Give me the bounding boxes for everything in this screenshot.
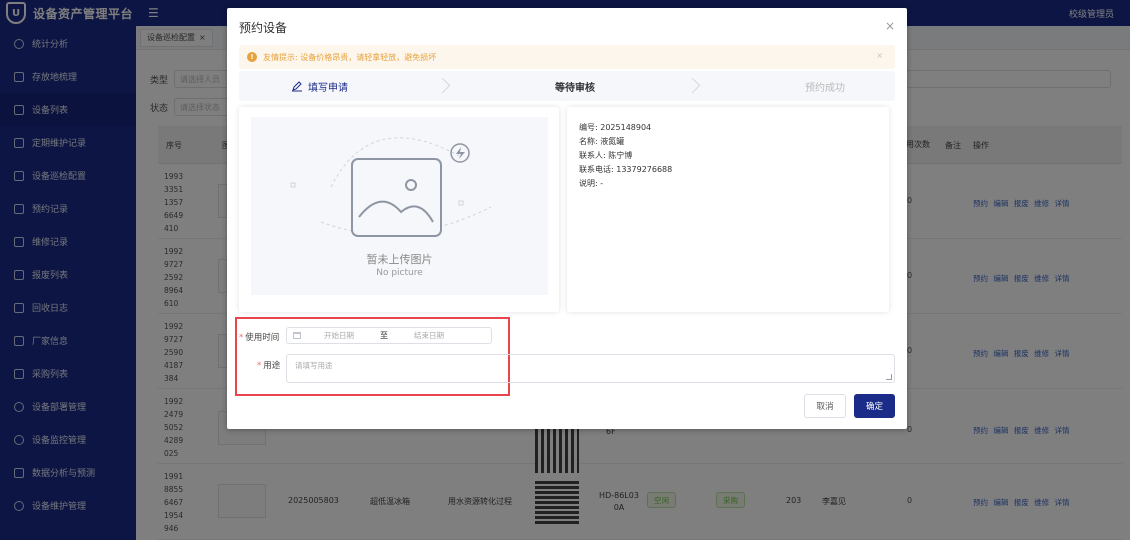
purpose-textarea[interactable]: 请填写用途 — [286, 354, 895, 383]
device-info-panel: 编号: 2025148904 名称: 液氮罐 联系人: 陈宁博 联系电话: 13… — [567, 107, 889, 312]
info-value: - — [600, 179, 604, 188]
info-name: 名称: 液氮罐 — [579, 136, 624, 147]
chevron-right-icon — [435, 76, 451, 96]
step-fill-application: 填写申请 — [291, 71, 348, 101]
warning-icon: ! — [247, 52, 257, 62]
info-contact: 联系人: 陈宁博 — [579, 150, 632, 161]
confirm-button[interactable]: 确定 — [854, 394, 895, 418]
info-label: 说明: — [579, 179, 598, 188]
start-date-input[interactable]: 开始日期 — [309, 330, 369, 341]
purpose-label: * 用途 — [257, 359, 280, 371]
progress-steps: 填写申请 等待审核 预约成功 — [239, 71, 895, 101]
no-picture-text-en: No picture — [376, 268, 423, 278]
step-label: 填写申请 — [308, 82, 348, 94]
info-label: 编号: — [579, 123, 598, 132]
alert-text: 友情提示: 设备价格昂贵，请轻拿轻放，避免损坏 — [263, 52, 437, 62]
required-mark: * — [257, 361, 262, 371]
info-value: 2025148904 — [600, 123, 652, 132]
date-range-picker[interactable]: 开始日期 至 结束日期 — [286, 327, 492, 344]
calendar-icon — [293, 332, 301, 339]
info-remark: 说明: - — [579, 178, 603, 189]
image-placeholder: 暂未上传图片 No picture — [251, 117, 548, 295]
required-mark: * — [239, 333, 244, 343]
info-value: 液氮罐 — [600, 137, 625, 146]
chevron-right-icon — [685, 76, 701, 96]
step-label: 预约成功 — [805, 82, 845, 94]
close-icon[interactable]: × — [885, 19, 895, 33]
label-text: 使用时间 — [245, 333, 280, 343]
label-text: 用途 — [263, 361, 281, 371]
dialog-title: 预约设备 — [239, 21, 288, 35]
info-value: 陈宁博 — [608, 151, 633, 160]
reserve-device-dialog: 预约设备 × ! 友情提示: 设备价格昂贵，请轻拿轻放，避免损坏 × 填写申请 … — [227, 8, 907, 429]
device-image-panel: 暂未上传图片 No picture — [239, 107, 559, 312]
resize-handle-icon[interactable] — [886, 374, 892, 380]
no-picture-text: 暂未上传图片 — [366, 253, 433, 266]
info-phone: 联系电话: 13379276688 — [579, 164, 672, 175]
info-label: 联系人: — [579, 151, 606, 160]
cancel-button[interactable]: 取消 — [804, 394, 846, 418]
info-label: 名称: — [579, 137, 598, 146]
range-separator: 至 — [380, 331, 388, 340]
step-waiting-review: 等待审核 — [555, 71, 595, 101]
step-reserve-success: 预约成功 — [805, 71, 845, 101]
no-image-icon — [290, 137, 492, 237]
info-code: 编号: 2025148904 — [579, 122, 651, 133]
use-time-label: * 使用时间 — [239, 331, 279, 343]
warning-alert: ! 友情提示: 设备价格昂贵，请轻拿轻放，避免损坏 × — [239, 45, 895, 69]
info-label: 联系电话: — [579, 165, 614, 174]
edit-icon — [292, 81, 302, 92]
alert-close-icon[interactable]: × — [876, 51, 883, 60]
step-label: 等待审核 — [555, 82, 595, 94]
purpose-placeholder: 请填写用途 — [295, 361, 333, 370]
end-date-input[interactable]: 结束日期 — [399, 330, 459, 341]
info-value: 13379276688 — [616, 165, 673, 174]
